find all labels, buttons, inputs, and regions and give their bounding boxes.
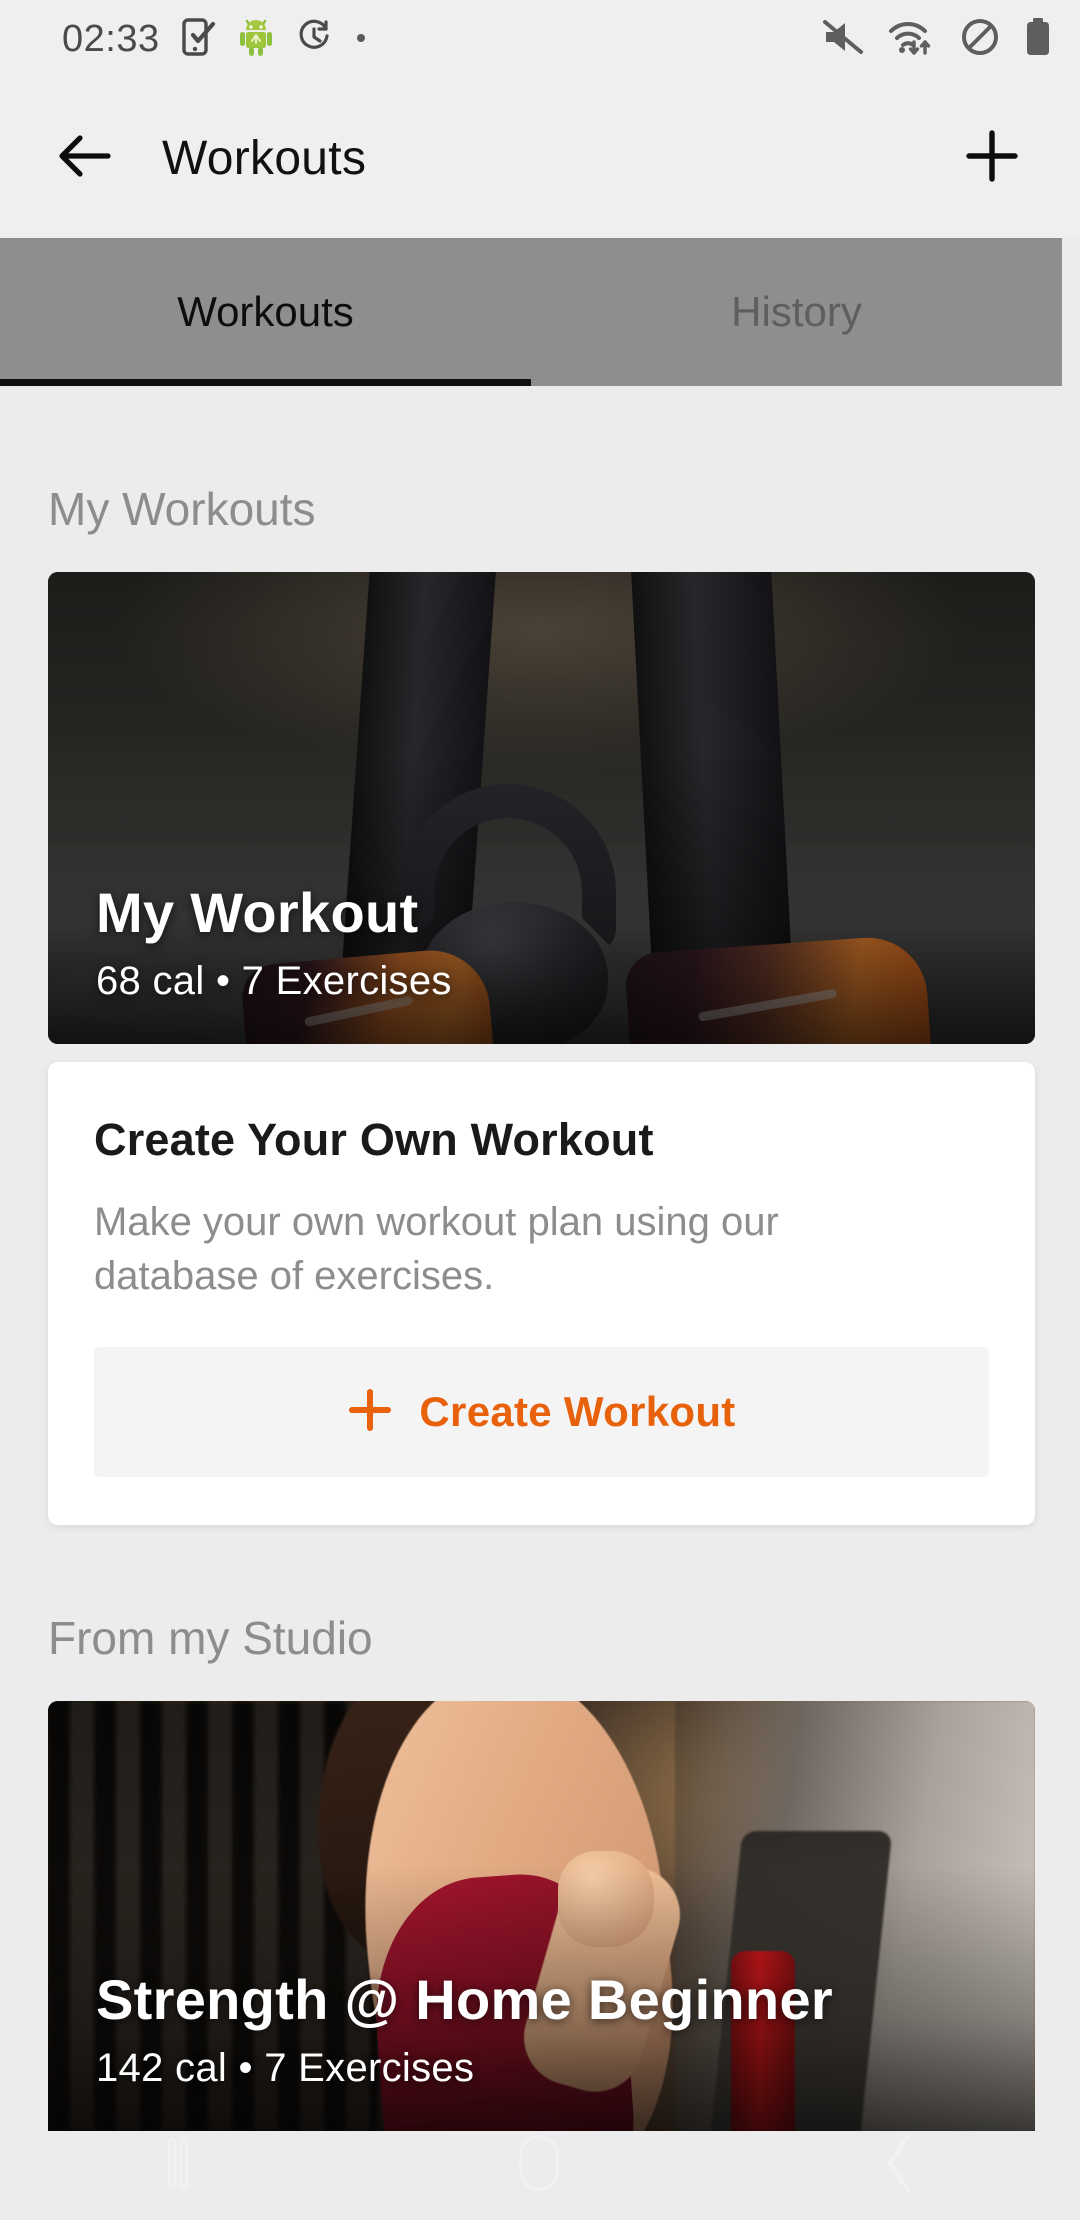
phone-check-icon bbox=[181, 17, 216, 61]
notification-dot-icon bbox=[354, 30, 368, 49]
wifi-data-icon bbox=[888, 18, 936, 61]
back-button[interactable] bbox=[30, 103, 140, 213]
battery-icon bbox=[1024, 17, 1052, 62]
content-scroll-area[interactable]: My Workouts My Workout 68 cal • 7 Exerci… bbox=[0, 386, 1080, 2220]
workout-card-my-workout[interactable]: My Workout 68 cal • 7 Exercises bbox=[48, 572, 1035, 1044]
workout-card-strength-at-home-beginner[interactable]: Strength @ Home Beginner 142 cal • 7 Exe… bbox=[48, 1701, 1035, 2132]
phone-screen: 02:33 Workouts Workouts History My Worko… bbox=[0, 0, 1080, 2220]
workout-card-title: My Workout bbox=[96, 881, 419, 945]
plus-icon bbox=[347, 1387, 393, 1438]
studio-card-text: Strength @ Home Beginner 142 cal • 7 Exe… bbox=[96, 1971, 833, 2091]
page-title: Workouts bbox=[162, 131, 367, 185]
status-bar-left: 02:33 bbox=[62, 17, 368, 62]
tab-active-indicator bbox=[0, 379, 531, 386]
section-title-my-workouts: My Workouts bbox=[48, 483, 316, 535]
history-clock-icon bbox=[296, 18, 332, 61]
create-workout-button-label: Create Workout bbox=[419, 1388, 736, 1436]
back-arrow-icon bbox=[56, 132, 114, 185]
tab-history[interactable]: History bbox=[531, 238, 1062, 386]
plus-icon bbox=[963, 127, 1021, 190]
app-bar: Workouts bbox=[0, 78, 1080, 238]
studio-card-title: Strength @ Home Beginner bbox=[96, 1968, 833, 2032]
create-card-description: Make your own workout plan using our dat… bbox=[94, 1200, 779, 1298]
status-bar-right bbox=[822, 17, 1052, 62]
create-workout-card: Create Your Own Workout Make your own wo… bbox=[48, 1062, 1035, 1526]
mute-icon bbox=[822, 18, 864, 61]
tab-history-label: History bbox=[731, 288, 862, 335]
tab-workouts[interactable]: Workouts bbox=[0, 238, 531, 386]
create-card-title: Create Your Own Workout bbox=[94, 1114, 654, 1165]
status-bar-clock: 02:33 bbox=[62, 17, 160, 60]
workout-card-text: My Workout 68 cal • 7 Exercises bbox=[96, 881, 452, 1004]
studio-card-subtitle: 142 cal • 7 Exercises bbox=[96, 2046, 475, 2091]
create-workout-button[interactable]: Create Workout bbox=[94, 1347, 989, 1478]
tab-bar: Workouts History bbox=[0, 238, 1062, 386]
tab-workouts-label: Workouts bbox=[177, 288, 354, 335]
do-not-disturb-icon bbox=[960, 17, 1000, 62]
add-workout-button[interactable] bbox=[942, 108, 1042, 208]
android-robot-icon bbox=[238, 17, 274, 62]
workout-card-subtitle: 68 cal • 7 Exercises bbox=[96, 959, 452, 1003]
section-title-from-my-studio: From my Studio bbox=[48, 1612, 373, 1665]
status-bar: 02:33 bbox=[0, 0, 1080, 78]
